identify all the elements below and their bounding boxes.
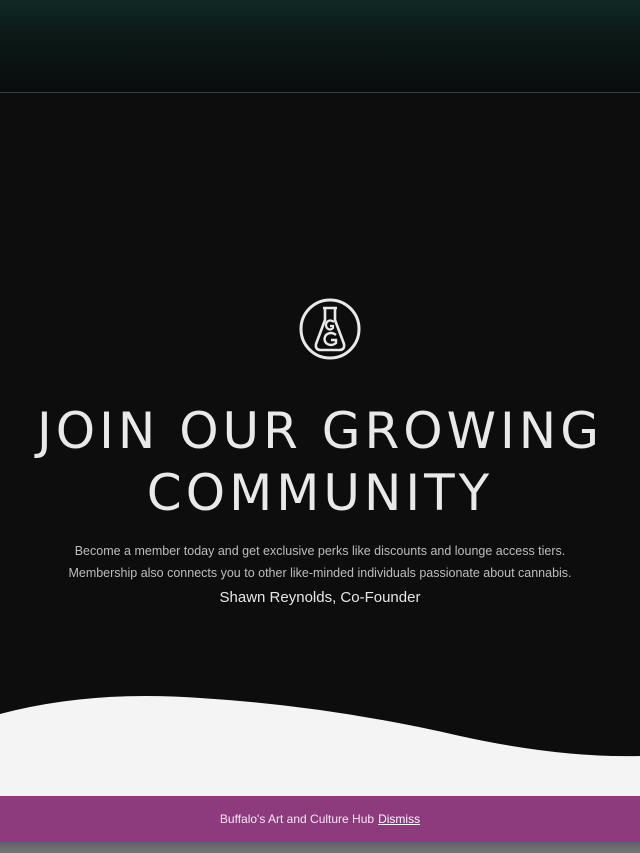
dismiss-link[interactable]: Dismiss (378, 812, 420, 826)
description-line-1: Become a member today and get exclusive … (74, 544, 566, 558)
hero-description: Become a member today and get exclusive … (20, 540, 620, 584)
bottom-strip (0, 842, 640, 853)
hero-headline: JOIN OUR GROWING COMMUNITY (0, 400, 640, 524)
beaker-monogram-logo-icon (299, 298, 361, 360)
quote-author: Shawn Reynolds, Co-Founder (219, 589, 421, 606)
headline-line-2: COMMUNITY (146, 464, 494, 522)
wave-divider (0, 696, 640, 800)
description-line-2: Membership also connects you to other li… (68, 566, 572, 580)
top-header-bar (0, 0, 640, 92)
headline-line-1: JOIN OUR GROWING (37, 402, 603, 460)
banner-text: Buffalo's Art and Culture Hub (219, 812, 375, 826)
announcement-banner: Buffalo's Art and Culture Hub Dismiss (0, 796, 640, 842)
page: JOIN OUR GROWING COMMUNITY Become a memb… (0, 0, 640, 853)
